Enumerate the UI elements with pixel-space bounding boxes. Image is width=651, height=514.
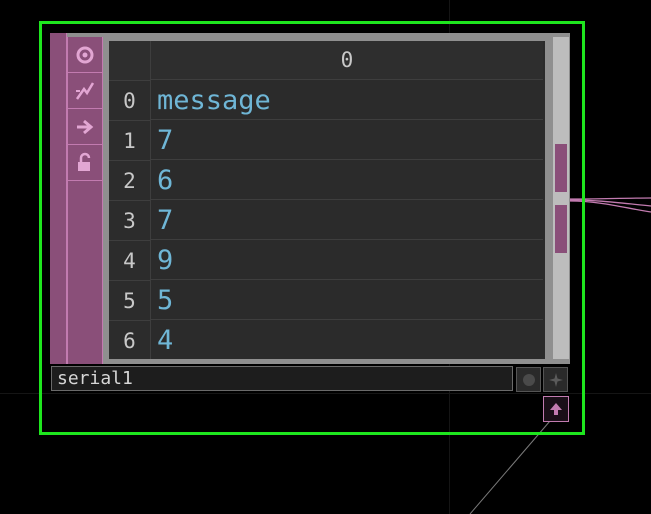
node-name-field[interactable]: serial1 — [51, 366, 513, 391]
node-icon-column — [67, 37, 103, 364]
table-row: 3 7 — [109, 201, 545, 241]
table-cell[interactable]: 9 — [151, 241, 543, 280]
table-row: 4 9 — [109, 241, 545, 281]
lock-icon[interactable] — [68, 145, 102, 181]
export-icon[interactable] — [68, 109, 102, 145]
row-index[interactable]: 2 — [109, 161, 151, 201]
table-row: 5 5 — [109, 281, 545, 321]
table-cell[interactable]: 7 — [151, 121, 543, 160]
table-cell[interactable]: 7 — [151, 201, 543, 240]
scrollbar-thumb[interactable] — [555, 205, 567, 253]
table-row: 6 4 — [109, 321, 545, 359]
table-cell[interactable]: 5 — [151, 281, 543, 320]
column-header[interactable]: 0 — [151, 41, 543, 80]
table-cell[interactable]: 4 — [151, 321, 543, 359]
display-flag-icon[interactable] — [516, 367, 541, 392]
scrollbar-thumb[interactable] — [555, 144, 567, 192]
table-row: 2 6 — [109, 161, 545, 201]
corner-cell — [109, 41, 151, 81]
node-side-strip — [50, 33, 67, 364]
row-index[interactable]: 4 — [109, 241, 151, 281]
table-cell[interactable]: 6 — [151, 161, 543, 200]
table-row: 1 7 — [109, 121, 545, 161]
row-index[interactable]: 6 — [109, 321, 151, 359]
bypass-icon[interactable] — [68, 73, 102, 109]
vertical-scrollbar[interactable] — [553, 37, 569, 359]
table-row: 0 message — [109, 81, 545, 121]
column-header-row: 0 — [109, 41, 545, 81]
table-cell[interactable]: message — [151, 81, 543, 120]
render-flag-icon[interactable] — [543, 367, 568, 392]
table-view[interactable]: 0 0 message 1 7 2 6 3 7 4 9 5 5 6 4 — [109, 41, 545, 359]
viewer-active-icon[interactable] — [68, 37, 102, 73]
row-index[interactable]: 0 — [109, 81, 151, 121]
output-connector-icon[interactable] — [543, 396, 569, 422]
row-index[interactable]: 1 — [109, 121, 151, 161]
row-index[interactable]: 5 — [109, 281, 151, 321]
row-index[interactable]: 3 — [109, 201, 151, 241]
